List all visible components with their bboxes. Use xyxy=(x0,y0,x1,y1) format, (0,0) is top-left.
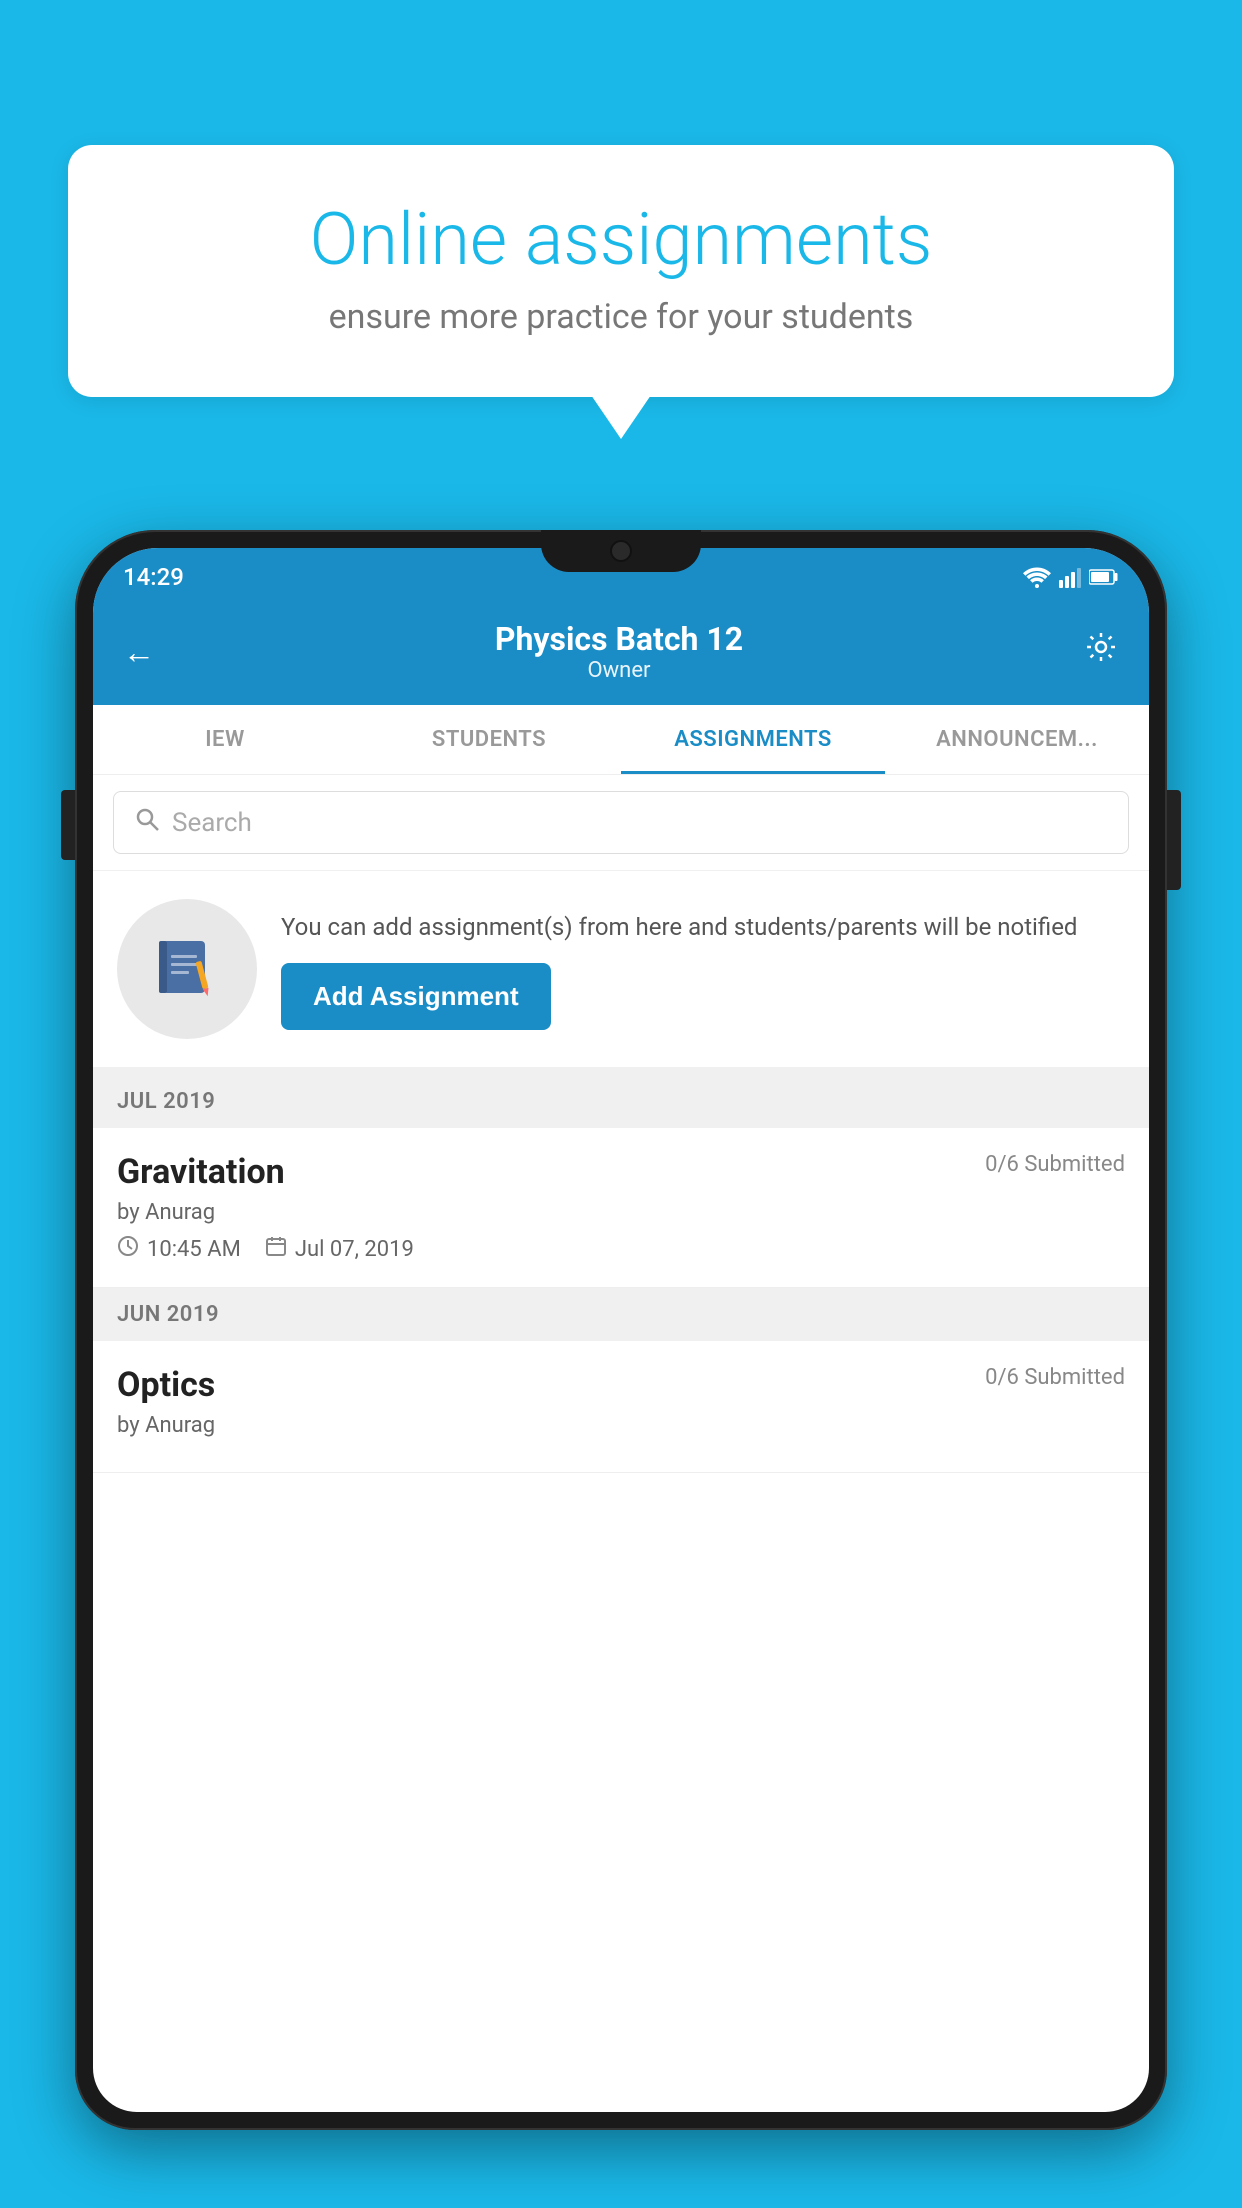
settings-icon[interactable] xyxy=(1083,629,1119,674)
assignment-date: Jul 07, 2019 xyxy=(295,1237,414,1262)
time-item: 10:45 AM xyxy=(117,1235,241,1263)
assignment-row1: Gravitation 0/6 Submitted xyxy=(117,1152,1125,1192)
tabs-bar: IEW STUDENTS ASSIGNMENTS ANNOUNCEM... xyxy=(93,705,1149,775)
assignment-author: by Anurag xyxy=(117,1200,1125,1225)
promo-icon-circle xyxy=(117,899,257,1039)
assignment-item-gravitation[interactable]: Gravitation 0/6 Submitted by Anurag 10:4… xyxy=(93,1128,1149,1288)
phone-outer: 14:29 xyxy=(75,530,1167,2130)
app-header: ← Physics Batch 12 Owner xyxy=(93,600,1149,705)
wifi-icon xyxy=(1023,566,1051,588)
calendar-icon xyxy=(265,1235,287,1263)
add-assignment-button[interactable]: Add Assignment xyxy=(281,963,551,1030)
tab-overview[interactable]: IEW xyxy=(93,705,357,774)
search-icon xyxy=(134,806,160,839)
battery-icon xyxy=(1089,568,1119,586)
header-title: Physics Batch 12 xyxy=(155,620,1083,658)
tab-students[interactable]: STUDENTS xyxy=(357,705,621,774)
status-icons xyxy=(1023,566,1119,588)
assignment-time: 10:45 AM xyxy=(147,1237,241,1262)
assignment-author-optics: by Anurag xyxy=(117,1413,1125,1438)
search-box[interactable]: Search xyxy=(113,791,1129,854)
search-container: Search xyxy=(93,775,1149,871)
tab-assignments[interactable]: ASSIGNMENTS xyxy=(621,705,885,774)
promo-content: You can add assignment(s) from here and … xyxy=(281,909,1125,1030)
assignment-promo: You can add assignment(s) from here and … xyxy=(93,871,1149,1075)
phone-notch xyxy=(541,530,701,572)
tab-announcements[interactable]: ANNOUNCEM... xyxy=(885,705,1149,774)
assignment-submitted: 0/6 Submitted xyxy=(985,1152,1125,1177)
section-header-jul: JUL 2019 xyxy=(93,1075,1149,1128)
speech-bubble-container: Online assignments ensure more practice … xyxy=(68,145,1174,397)
header-center: Physics Batch 12 Owner xyxy=(155,620,1083,683)
speech-bubble: Online assignments ensure more practice … xyxy=(68,145,1174,397)
assignment-row1-optics: Optics 0/6 Submitted xyxy=(117,1365,1125,1405)
bubble-title: Online assignments xyxy=(128,200,1114,279)
phone-wrapper: 14:29 xyxy=(75,530,1167,2208)
section-header-jun: JUN 2019 xyxy=(93,1288,1149,1341)
search-placeholder: Search xyxy=(172,808,252,838)
phone-screen: 14:29 xyxy=(93,548,1149,2112)
assignment-name: Gravitation xyxy=(117,1152,285,1192)
notebook-icon xyxy=(151,933,223,1005)
clock-icon xyxy=(117,1235,139,1263)
assignment-name-optics: Optics xyxy=(117,1365,215,1405)
assignment-item-optics[interactable]: Optics 0/6 Submitted by Anurag xyxy=(93,1341,1149,1473)
assignment-meta: 10:45 AM Jul 07, 2019 xyxy=(117,1235,1125,1263)
promo-text: You can add assignment(s) from here and … xyxy=(281,909,1125,945)
date-item: Jul 07, 2019 xyxy=(265,1235,414,1263)
assignment-submitted-optics: 0/6 Submitted xyxy=(985,1365,1125,1390)
signal-icon xyxy=(1059,566,1081,588)
status-time: 14:29 xyxy=(123,563,184,591)
header-subtitle: Owner xyxy=(155,658,1083,683)
front-camera xyxy=(610,540,632,562)
bubble-subtitle: ensure more practice for your students xyxy=(128,297,1114,337)
back-button[interactable]: ← xyxy=(123,633,155,671)
